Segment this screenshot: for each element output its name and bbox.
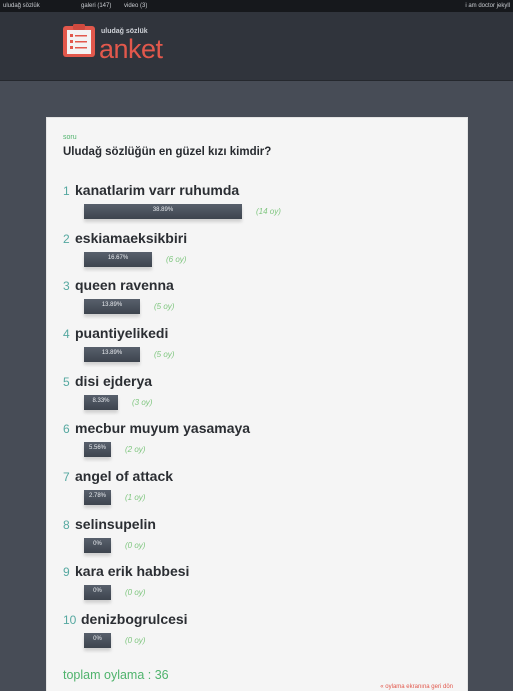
question-label: soru (63, 134, 77, 141)
option-number: 7 (63, 470, 70, 484)
user-link[interactable]: i am doctor jekyll (465, 3, 510, 9)
result-bar: 16.67% (84, 252, 152, 267)
option-name: mecbur muyum yasamaya (75, 420, 251, 436)
option-number: 4 (63, 327, 70, 341)
poll-question: Uludağ sözlüğün en güzel kızı kimdir? (63, 146, 272, 158)
option-number: 2 (63, 232, 70, 246)
result-bar: 13.89% (84, 299, 140, 314)
vote-count: (0 oy) (125, 636, 146, 645)
result-percent: 0% (93, 541, 102, 547)
back-to-voting-link[interactable]: « oylama ekranına geri dön (380, 684, 453, 690)
result-percent: 13.89% (101, 302, 123, 308)
result-bar: 13.89% (84, 347, 140, 362)
vote-count: (1 oy) (125, 493, 146, 502)
result-percent: 38.89% (152, 207, 174, 213)
vote-count: (0 oy) (125, 541, 146, 550)
poll-option: 3 queen ravenna 13.89% (5 oy) (47, 277, 467, 325)
result-percent: 0% (93, 636, 102, 642)
option-name: disi ejderya (75, 373, 153, 389)
poll-option: 6 mecbur muyum yasamaya 5.56% (2 oy) (47, 420, 467, 468)
option-name: kara erik habbesi (75, 563, 190, 579)
option-name: angel of attack (75, 468, 174, 484)
video-link[interactable]: video (3) (124, 3, 147, 9)
result-bar: 0% (84, 538, 111, 553)
result-percent: 13.89% (101, 350, 123, 356)
option-name: queen ravenna (75, 277, 174, 293)
gallery-link[interactable]: galeri (147) (81, 3, 111, 9)
total-votes: toplam oylama : 36 (63, 668, 169, 682)
result-percent: 2.78% (88, 493, 106, 499)
top-bar: uludağ sözlük galeri (147) video (3) i a… (0, 0, 513, 12)
option-name: selinsupelin (75, 516, 156, 532)
result-percent: 8.33% (92, 398, 110, 404)
result-bar: 0% (84, 633, 111, 648)
option-name: eskiamaeksikbiri (75, 230, 188, 246)
vote-count: (6 oy) (166, 255, 187, 264)
clipboard-list-icon[interactable] (62, 24, 96, 58)
result-bar: 38.89% (84, 204, 242, 219)
result-percent: 16.67% (107, 255, 129, 261)
option-number: 6 (63, 422, 70, 436)
option-number: 10 (63, 613, 77, 627)
option-number: 5 (63, 375, 70, 389)
option-number: 8 (63, 518, 70, 532)
poll-option: 7 angel of attack 2.78% (1 oy) (47, 468, 467, 516)
poll-option: 8 selinsupelin 0% (0 oy) (47, 516, 467, 564)
result-percent: 0% (93, 588, 102, 594)
vote-count: (0 oy) (125, 588, 146, 597)
option-name: denizbogrulcesi (81, 611, 188, 627)
option-name: puantiyelikedi (75, 325, 169, 341)
poll-option: 4 puantiyelikedi 13.89% (5 oy) (47, 325, 467, 373)
vote-count: (5 oy) (154, 350, 175, 359)
option-number: 9 (63, 565, 70, 579)
poll-option: 1 kanatlarim varr ruhumda 38.89% (14 oy) (47, 182, 467, 230)
vote-count: (5 oy) (154, 302, 175, 311)
option-number: 1 (63, 184, 70, 198)
result-bar: 2.78% (84, 490, 111, 505)
poll-card: soru Uludağ sözlüğün en güzel kızı kimdi… (46, 117, 468, 691)
vote-count: (3 oy) (132, 398, 153, 407)
vote-count: (2 oy) (125, 445, 146, 454)
header: uludağ sözlük anket (0, 12, 513, 81)
result-bar: 8.33% (84, 395, 118, 410)
logo-title[interactable]: anket (99, 34, 163, 64)
option-name: kanatlarim varr ruhumda (75, 182, 240, 198)
result-percent: 5.56% (88, 445, 106, 451)
poll-option: 2 eskiamaeksikbiri 16.67% (6 oy) (47, 230, 467, 278)
poll-option: 10 denizbogrulcesi 0% (0 oy) (47, 611, 467, 659)
option-number: 3 (63, 279, 70, 293)
vote-count: (14 oy) (256, 207, 281, 216)
result-bar: 0% (84, 585, 111, 600)
poll-option: 9 kara erik habbesi 0% (0 oy) (47, 563, 467, 611)
poll-option: 5 disi ejderya 8.33% (3 oy) (47, 373, 467, 421)
site-link[interactable]: uludağ sözlük (3, 3, 40, 9)
result-bar: 5.56% (84, 442, 111, 457)
